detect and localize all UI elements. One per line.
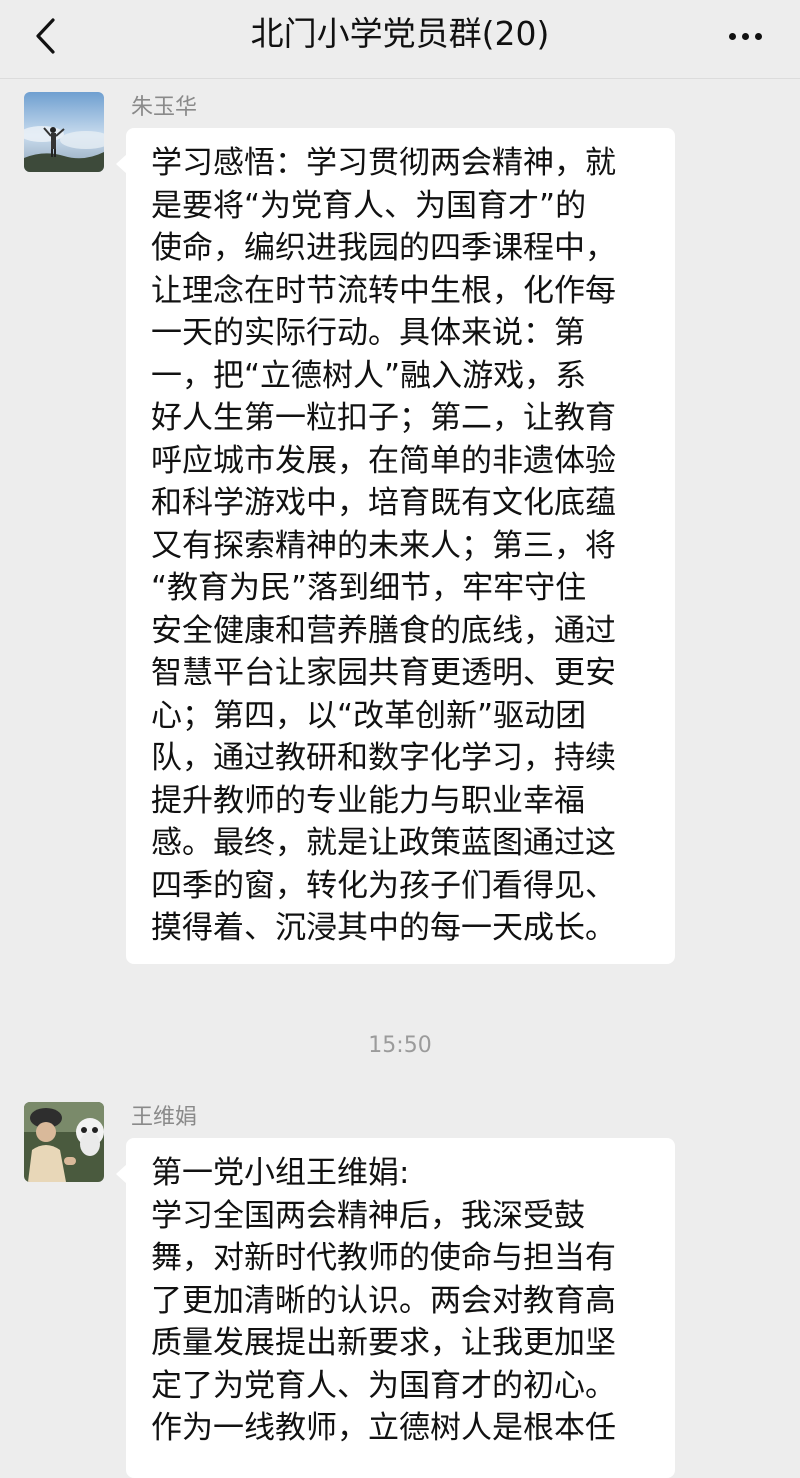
ellipsis-icon — [726, 25, 765, 44]
chat-title: 北门小学党员群(20) — [250, 14, 550, 53]
timestamp: 15:50 — [368, 1033, 432, 1058]
more-button[interactable] — [720, 14, 770, 54]
sender-name: 王维娟 — [131, 1105, 198, 1130]
message-bubble[interactable]: 学习感悟：学习贯彻两会精神，就 是要将“为党育人、为国育才”的 使命，编织进我园… — [116, 128, 675, 964]
avatar[interactable] — [24, 92, 104, 172]
sender-name: 朱玉华 — [131, 95, 198, 120]
avatar[interactable] — [24, 1102, 104, 1182]
nav-bar: 北门小学党员群(20) — [0, 0, 800, 79]
message-bubble[interactable]: 第一党小组王维娟: 学习全国两会精神后，我深受鼓 舞，对新时代教师的使命与担当有… — [116, 1138, 675, 1478]
